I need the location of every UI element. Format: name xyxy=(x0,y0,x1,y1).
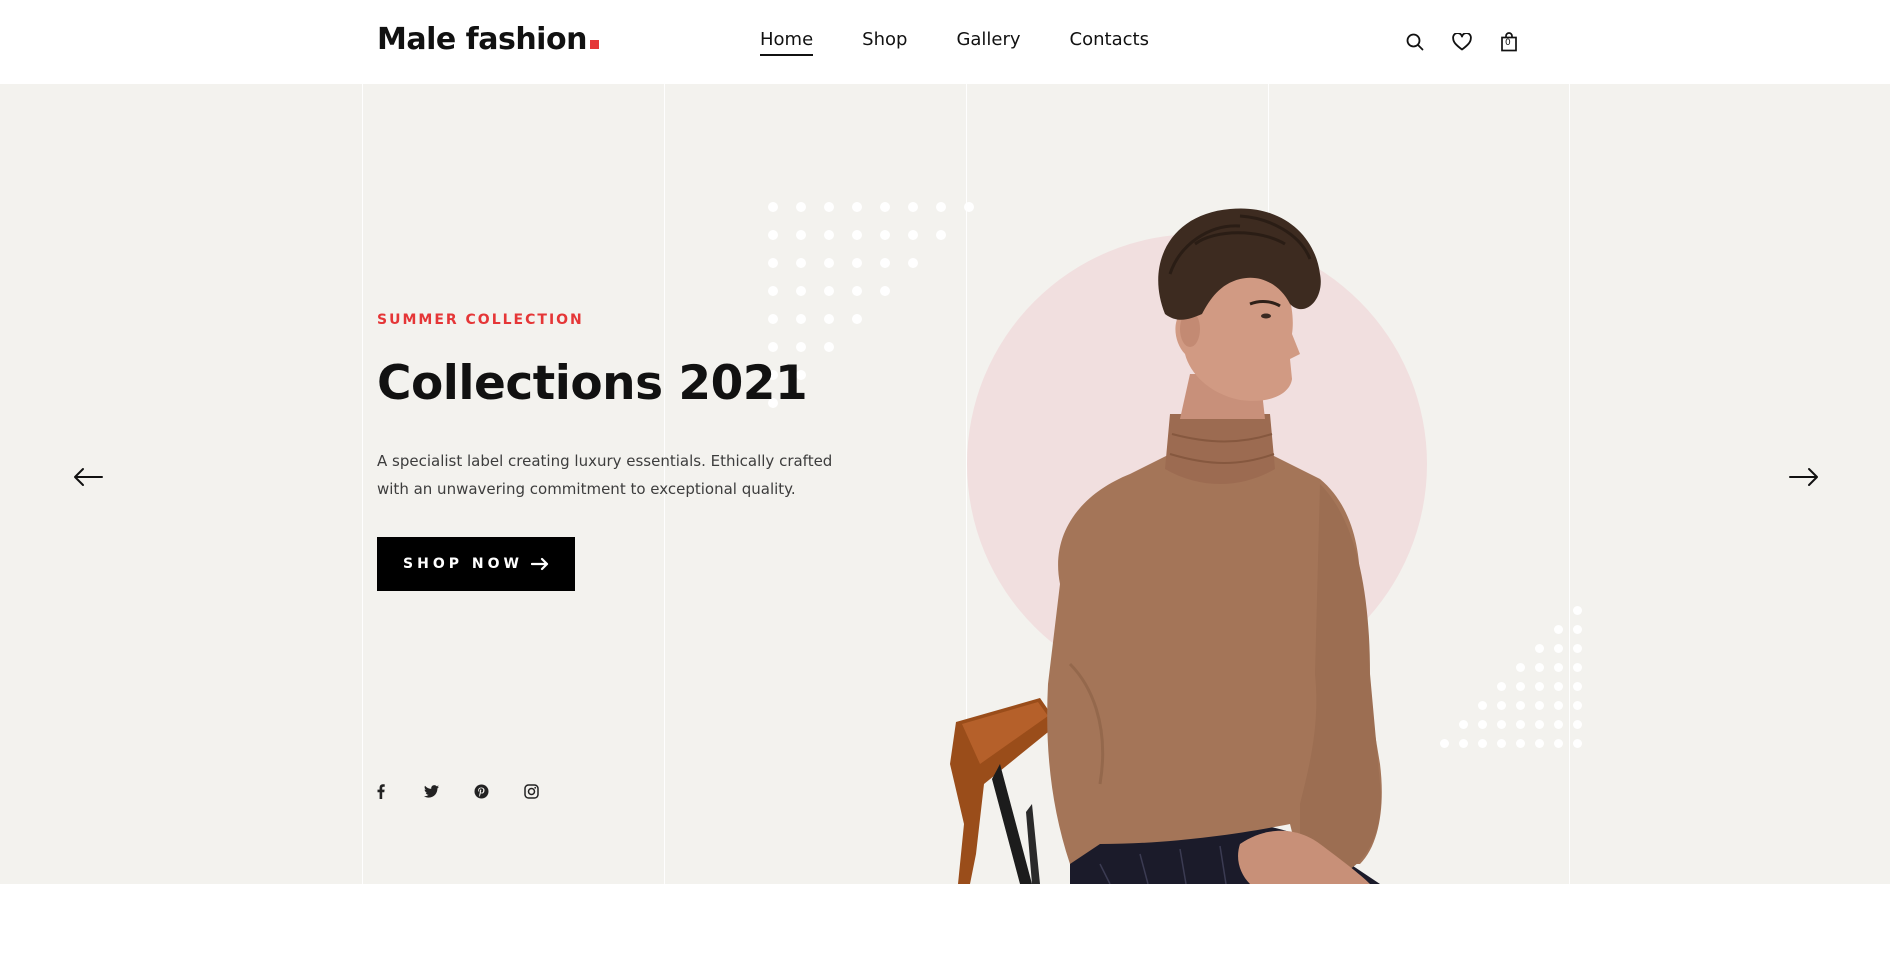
decor-dot xyxy=(768,342,778,352)
decor-dot xyxy=(768,230,778,240)
logo-text: Male fashion xyxy=(377,22,587,57)
arrow-left-icon xyxy=(74,468,103,486)
decor-dot xyxy=(796,202,806,212)
decor-dot xyxy=(1554,682,1563,691)
decor-dot xyxy=(908,230,918,240)
decor-dot xyxy=(908,202,918,212)
decor-dot xyxy=(796,314,806,324)
decor-dot xyxy=(852,230,862,240)
bag-count: 0 xyxy=(1505,38,1511,48)
decor-dot xyxy=(1554,739,1563,748)
shop-now-button[interactable]: SHOP NOW xyxy=(377,537,575,591)
decor-dot xyxy=(1535,701,1544,710)
heart-icon[interactable] xyxy=(1451,31,1473,53)
decor-dot xyxy=(824,314,834,324)
shop-now-label: SHOP NOW xyxy=(403,556,523,572)
logo[interactable]: Male fashion xyxy=(377,22,599,57)
arrow-right-icon xyxy=(1789,468,1818,486)
decor-dot xyxy=(908,258,918,268)
decor-dot xyxy=(1535,682,1544,691)
nav-home[interactable]: Home xyxy=(760,29,814,56)
pinterest-icon[interactable] xyxy=(472,782,490,800)
site-header: Male fashion Home Shop Gallery Contacts … xyxy=(0,0,1890,84)
nav-contacts[interactable]: Contacts xyxy=(1070,29,1149,56)
decor-dot xyxy=(1554,701,1563,710)
decor-dot xyxy=(1573,644,1582,653)
decor-dot xyxy=(824,230,834,240)
model-image xyxy=(950,208,1382,884)
decor-dot xyxy=(824,286,834,296)
decor-dot xyxy=(1535,644,1544,653)
decor-dot xyxy=(1535,739,1544,748)
hero-description: A specialist label creating luxury essen… xyxy=(377,452,833,498)
twitter-icon[interactable] xyxy=(422,782,440,800)
header-icons: 0 xyxy=(1404,31,1545,53)
decor-dot xyxy=(796,342,806,352)
decor-dot xyxy=(768,258,778,268)
decor-dot xyxy=(880,286,890,296)
arrow-right-icon xyxy=(530,557,549,571)
decor-dot xyxy=(1573,682,1582,691)
logo-dot xyxy=(589,40,599,49)
next-slide-arrow[interactable] xyxy=(1786,467,1822,487)
decor-dot xyxy=(1535,720,1544,729)
decor-dot xyxy=(824,202,834,212)
decor-dot xyxy=(824,258,834,268)
nav-gallery[interactable]: Gallery xyxy=(956,29,1020,56)
decor-dot xyxy=(1573,739,1582,748)
search-icon[interactable] xyxy=(1404,31,1426,53)
decor-dot xyxy=(1554,644,1563,653)
main-nav: Home Shop Gallery Contacts xyxy=(760,29,1198,56)
decor-dot xyxy=(1554,625,1563,634)
hero-section: Summer Collection Collections 2021 A spe… xyxy=(0,84,1890,884)
shopping-bag-icon[interactable]: 0 xyxy=(1498,31,1520,53)
decor-dot xyxy=(852,202,862,212)
decor-dot xyxy=(852,258,862,268)
decor-dot xyxy=(796,258,806,268)
hero-subtitle: Summer Collection xyxy=(377,312,584,328)
decor-dot xyxy=(1573,720,1582,729)
decor-dot xyxy=(852,286,862,296)
instagram-icon[interactable] xyxy=(522,782,540,800)
decor-dot xyxy=(796,230,806,240)
decor-dot xyxy=(768,314,778,324)
decor-dot xyxy=(824,342,834,352)
grid-line xyxy=(362,84,363,884)
decor-dot xyxy=(1573,663,1582,672)
decor-dot xyxy=(1573,606,1582,615)
nav-shop[interactable]: Shop xyxy=(862,29,907,56)
prev-slide-arrow[interactable] xyxy=(70,467,106,487)
decor-dot xyxy=(852,314,862,324)
decor-dot xyxy=(880,202,890,212)
decor-dot xyxy=(880,230,890,240)
decor-dot xyxy=(1554,720,1563,729)
hero-title: Collections 2021 xyxy=(377,356,808,411)
social-links xyxy=(372,782,572,800)
decor-dot xyxy=(768,202,778,212)
facebook-icon[interactable] xyxy=(372,782,390,800)
decor-dot xyxy=(1554,663,1563,672)
decor-dot xyxy=(1573,701,1582,710)
decor-dot xyxy=(1535,663,1544,672)
decor-dot xyxy=(880,258,890,268)
decor-dot xyxy=(1573,625,1582,634)
decor-dot xyxy=(796,286,806,296)
decor-dot xyxy=(768,286,778,296)
